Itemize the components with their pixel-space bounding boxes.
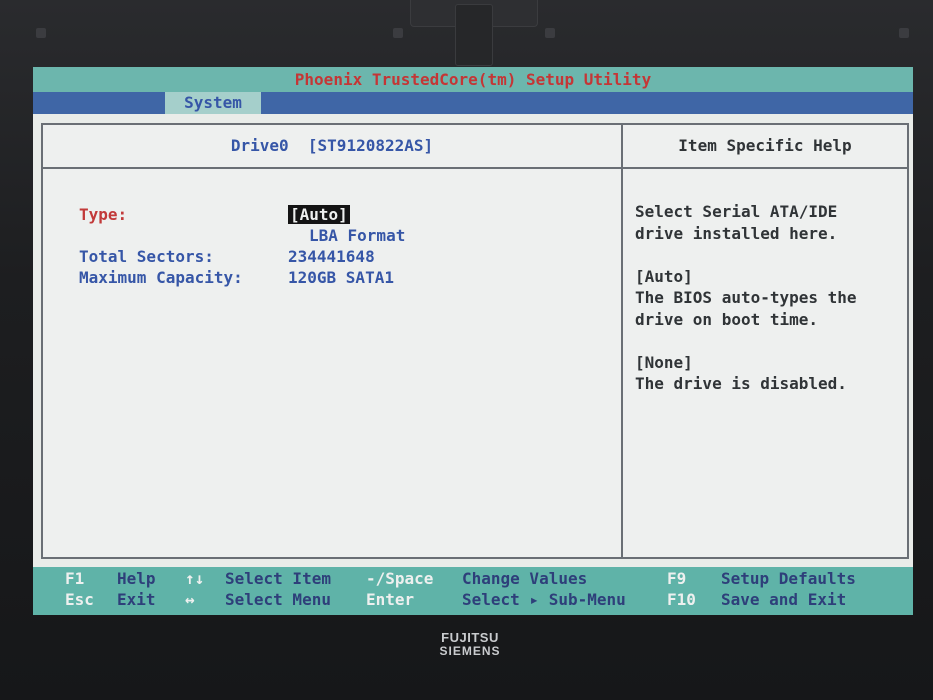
bezel-bumper-mid-left (393, 28, 403, 38)
key-f9[interactable]: F9 (667, 569, 686, 588)
key-minus-space[interactable]: -/Space (366, 569, 433, 588)
key-f1[interactable]: F1 (65, 569, 84, 588)
help-line: Select Serial ATA/IDE (635, 202, 838, 221)
key-enter[interactable]: Enter (366, 590, 414, 609)
type-label: Type: (79, 205, 128, 224)
key-updown[interactable]: ↑↓ (185, 569, 204, 588)
help-line: drive installed here. (635, 223, 838, 243)
drive-header: Drive0 [ST9120822AS] (43, 125, 621, 169)
key-esc[interactable]: Esc (65, 590, 94, 609)
bios-screen: Phoenix TrustedCore(tm) Setup Utility Sy… (33, 67, 913, 615)
max-capacity-value: 120GB SATA1 (288, 268, 394, 287)
bios-key-legend: F1 Help ↑↓ Select Item -/Space Change Va… (33, 567, 913, 615)
max-capacity-label: Maximum Capacity: (79, 268, 243, 287)
key-esc-desc: Exit (117, 590, 156, 609)
help-line: [None] (635, 352, 693, 372)
key-leftright[interactable]: ↔ (185, 590, 195, 609)
lba-format-value: LBA Format (309, 226, 406, 245)
bezel-bumper-right (899, 28, 909, 38)
bios-menu-bar: System (33, 92, 913, 114)
total-sectors-value: 234441648 (288, 247, 375, 266)
total-sectors-label: Total Sectors: (79, 247, 214, 266)
key-f10-desc: Save and Exit (721, 590, 847, 609)
help-line: [Auto] (635, 266, 693, 286)
fujitsu-siemens-logo: FUJITSU SIEMENS (400, 630, 540, 658)
help-panel: Item Specific Help Select Serial ATA/IDE… (621, 123, 909, 559)
drive-settings-panel: Drive0 [ST9120822AS] Type: [Auto] LBA Fo… (41, 123, 623, 559)
key-minus-space-desc: Change Values (462, 569, 588, 588)
key-leftright-desc: Select Menu (225, 590, 331, 609)
type-value-selected[interactable]: [Auto] (288, 205, 350, 224)
key-f10[interactable]: F10 (667, 590, 696, 609)
help-line: The drive is disabled. (635, 374, 847, 393)
brand-bottom: SIEMENS (439, 644, 501, 658)
key-updown-desc: Select Item (225, 569, 331, 588)
webcam-housing (455, 4, 493, 66)
tab-system[interactable]: System (165, 92, 261, 114)
key-enter-desc: Select ▸ Sub-Menu (462, 590, 626, 609)
help-header: Item Specific Help (623, 125, 907, 169)
bios-title-bar: Phoenix TrustedCore(tm) Setup Utility (33, 67, 913, 92)
type-value-field[interactable]: [Auto] (288, 205, 350, 224)
key-f9-desc: Setup Defaults (721, 569, 856, 588)
help-line: drive on boot time. (635, 309, 819, 329)
help-line: The BIOS auto-types the (635, 288, 857, 307)
bezel-bumper-mid-right (545, 28, 555, 38)
brand-top: FUJITSU (441, 630, 499, 645)
bezel-bumper-left (36, 28, 46, 38)
key-f1-desc: Help (117, 569, 156, 588)
